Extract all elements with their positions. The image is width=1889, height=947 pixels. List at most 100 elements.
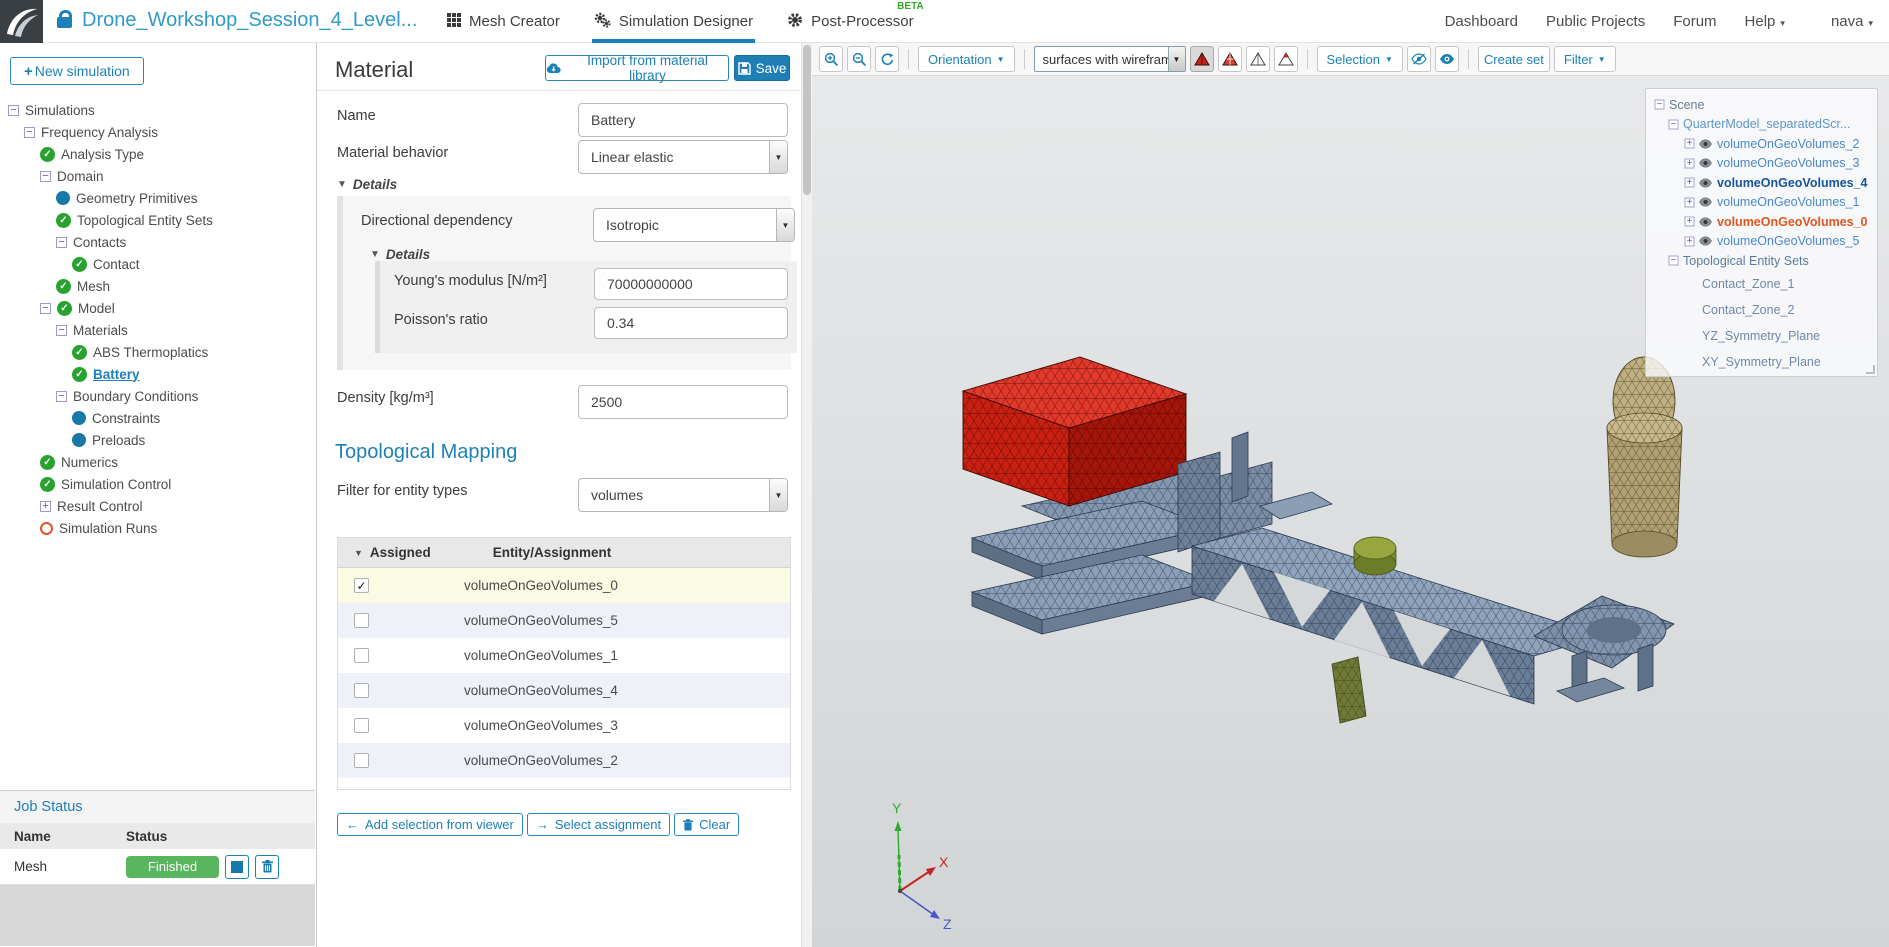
tree-item-domain[interactable]: −Domain <box>0 165 315 187</box>
render-surface-wire-button[interactable] <box>1218 46 1242 72</box>
scene-entity-set-contact-zone-2[interactable]: Contact_Zone_2 <box>1646 297 1877 323</box>
checkbox-checked[interactable]: ✓ <box>354 578 369 593</box>
nav-link-forum[interactable]: Forum <box>1673 13 1716 30</box>
collapse-box-icon[interactable]: − <box>56 325 67 336</box>
visibility-eye-icon[interactable] <box>1699 139 1712 149</box>
zoom-out-button[interactable] <box>847 46 871 72</box>
tree-item-simulation-control[interactable]: ✓Simulation Control <box>0 473 315 495</box>
youngs-modulus-input[interactable] <box>594 268 788 300</box>
scene-entity-set-xy-symmetry-plane[interactable]: XY_Symmetry_Plane <box>1646 349 1877 375</box>
material-behavior-select[interactable]: Linear elastic ▼ <box>578 140 788 174</box>
filter-entity-types-select[interactable]: volumes ▼ <box>578 478 788 512</box>
expand-box-icon[interactable]: + <box>1685 158 1695 168</box>
new-simulation-button[interactable]: + New simulation <box>10 57 144 85</box>
tree-item-materials[interactable]: −Materials <box>0 319 315 341</box>
collapse-box-icon[interactable]: − <box>56 237 67 248</box>
assignment-row-volumeongeovolumes-4[interactable]: volumeOnGeoVolumes_4 <box>338 673 790 708</box>
tree-item-geometry-primitives[interactable]: Geometry Primitives <box>0 187 315 209</box>
visibility-eye-icon[interactable] <box>1699 178 1712 188</box>
render-wireframe-button[interactable] <box>1246 46 1270 72</box>
checkbox-unchecked[interactable] <box>354 613 369 628</box>
checkbox-unchecked[interactable] <box>354 648 369 663</box>
tab-simulation-designer[interactable]: Simulation Designer <box>592 0 755 43</box>
scrollbar-thumb[interactable] <box>803 45 811 195</box>
orientation-dropdown[interactable]: Orientation ▼ <box>918 46 1015 72</box>
scene-volume-volumeongeovolumes-4[interactable]: +volumeOnGeoVolumes_4 <box>1646 173 1877 193</box>
tree-item-frequency-analysis[interactable]: −Frequency Analysis <box>0 121 315 143</box>
panel-scrollbar[interactable] <box>801 43 812 947</box>
name-input[interactable] <box>578 103 788 137</box>
scene-volume-volumeongeovolumes-2[interactable]: +volumeOnGeoVolumes_2 <box>1646 134 1877 154</box>
clear-button[interactable]: Clear <box>674 813 739 836</box>
reset-view-button[interactable] <box>875 46 899 72</box>
collapse-box-icon[interactable]: − <box>1655 100 1665 110</box>
assignment-row-volumeongeovolumes-3[interactable]: volumeOnGeoVolumes_3 <box>338 708 790 743</box>
tree-item-result-control[interactable]: +Result Control <box>0 495 315 517</box>
select-assignment-button[interactable]: → Select assignment <box>527 813 670 836</box>
visibility-eye-icon[interactable] <box>1699 197 1712 207</box>
tree-item-contact[interactable]: ✓Contact <box>0 253 315 275</box>
collapse-box-icon[interactable]: − <box>1669 119 1679 129</box>
tree-item-mesh[interactable]: ✓Mesh <box>0 275 315 297</box>
scene-entity-set-contact-zone-1[interactable]: Contact_Zone_1 <box>1646 271 1877 297</box>
project-title[interactable]: Drone_Workshop_Session_4_Level... <box>82 9 417 32</box>
visibility-eye-icon[interactable] <box>1699 158 1712 168</box>
hide-selected-button[interactable] <box>1407 46 1431 72</box>
tab-post-processor[interactable]: Post-ProcessorBETA <box>785 0 916 43</box>
scene-entity-set-yz-symmetry-plane[interactable]: YZ_Symmetry_Plane <box>1646 323 1877 349</box>
tree-item-contacts[interactable]: −Contacts <box>0 231 315 253</box>
poissons-ratio-input[interactable] <box>594 307 788 339</box>
help-menu[interactable]: Help▾ <box>1745 13 1785 30</box>
tree-item-model[interactable]: −✓Model <box>0 297 315 319</box>
assignment-row-volumeongeovolumes-1[interactable]: volumeOnGeoVolumes_1 <box>338 638 790 673</box>
expand-box-icon[interactable]: + <box>1685 139 1695 149</box>
collapse-box-icon[interactable]: − <box>56 391 67 402</box>
axis-orientation-gizmo[interactable]: Y X Z <box>842 789 972 929</box>
tree-item-battery[interactable]: ✓Battery <box>0 363 315 385</box>
viewport-3d[interactable]: − Scene − QuarterModel_separatedScr... +… <box>812 76 1889 947</box>
tab-mesh-creator[interactable]: Mesh Creator <box>445 0 562 43</box>
expand-box-icon[interactable]: + <box>1685 236 1695 246</box>
collapse-box-icon[interactable]: − <box>40 171 51 182</box>
assignment-row-volumeongeovolumes-0[interactable]: ✓volumeOnGeoVolumes_0 <box>338 568 790 603</box>
render-mode-select[interactable]: surfaces with wireframe ▼ <box>1034 46 1186 72</box>
density-input[interactable] <box>578 385 788 419</box>
render-solid-button[interactable] <box>1190 46 1214 72</box>
checkbox-unchecked[interactable] <box>354 683 369 698</box>
expand-box-icon[interactable]: + <box>1685 197 1695 207</box>
save-button[interactable]: Save <box>734 55 790 81</box>
simscale-logo[interactable] <box>0 0 43 43</box>
tree-item-simulations[interactable]: −Simulations <box>0 99 315 121</box>
assignment-row-volumeongeovolumes-5[interactable]: volumeOnGeoVolumes_5 <box>338 603 790 638</box>
add-selection-from-viewer-button[interactable]: ← Add selection from viewer <box>337 813 523 836</box>
collapse-box-icon[interactable]: − <box>8 105 19 116</box>
collapse-box-icon[interactable]: − <box>24 127 35 138</box>
job-delete-button[interactable] <box>255 855 279 879</box>
tree-item-boundary-conditions[interactable]: −Boundary Conditions <box>0 385 315 407</box>
scene-entity-sets-node[interactable]: − Topological Entity Sets <box>1646 251 1877 271</box>
show-all-button[interactable] <box>1435 46 1459 72</box>
nav-link-public-projects[interactable]: Public Projects <box>1546 13 1645 30</box>
checkbox-unchecked[interactable] <box>354 753 369 768</box>
tree-item-simulation-runs[interactable]: Simulation Runs <box>0 517 315 539</box>
inner-details-group-header[interactable]: ▼ Details <box>370 247 430 262</box>
scene-model-node[interactable]: − QuarterModel_separatedScr... <box>1646 115 1877 135</box>
tree-item-numerics[interactable]: ✓Numerics <box>0 451 315 473</box>
render-points-button[interactable] <box>1274 46 1298 72</box>
tree-item-topological-entity-sets[interactable]: ✓Topological Entity Sets <box>0 209 315 231</box>
nav-link-dashboard[interactable]: Dashboard <box>1445 13 1518 30</box>
collapse-box-icon[interactable]: − <box>40 303 51 314</box>
assignment-row-volumeongeovolumes-2[interactable]: volumeOnGeoVolumes_2 <box>338 743 790 778</box>
zoom-in-button[interactable] <box>819 46 843 72</box>
expand-box-icon[interactable]: + <box>1685 217 1695 227</box>
job-stop-button[interactable] <box>225 855 249 879</box>
overlay-resize-handle[interactable] <box>1866 365 1875 374</box>
selection-dropdown[interactable]: Selection ▼ <box>1317 46 1403 72</box>
filter-dropdown[interactable]: Filter ▼ <box>1554 46 1616 72</box>
directional-dependency-select[interactable]: Isotropic ▼ <box>593 208 795 242</box>
import-material-button[interactable]: Import from material library <box>545 55 729 81</box>
tree-item-preloads[interactable]: Preloads <box>0 429 315 451</box>
scene-volume-volumeongeovolumes-1[interactable]: +volumeOnGeoVolumes_1 <box>1646 193 1877 213</box>
sort-caret-icon[interactable]: ▼ <box>354 548 363 558</box>
expand-box-icon[interactable]: + <box>1685 178 1695 188</box>
